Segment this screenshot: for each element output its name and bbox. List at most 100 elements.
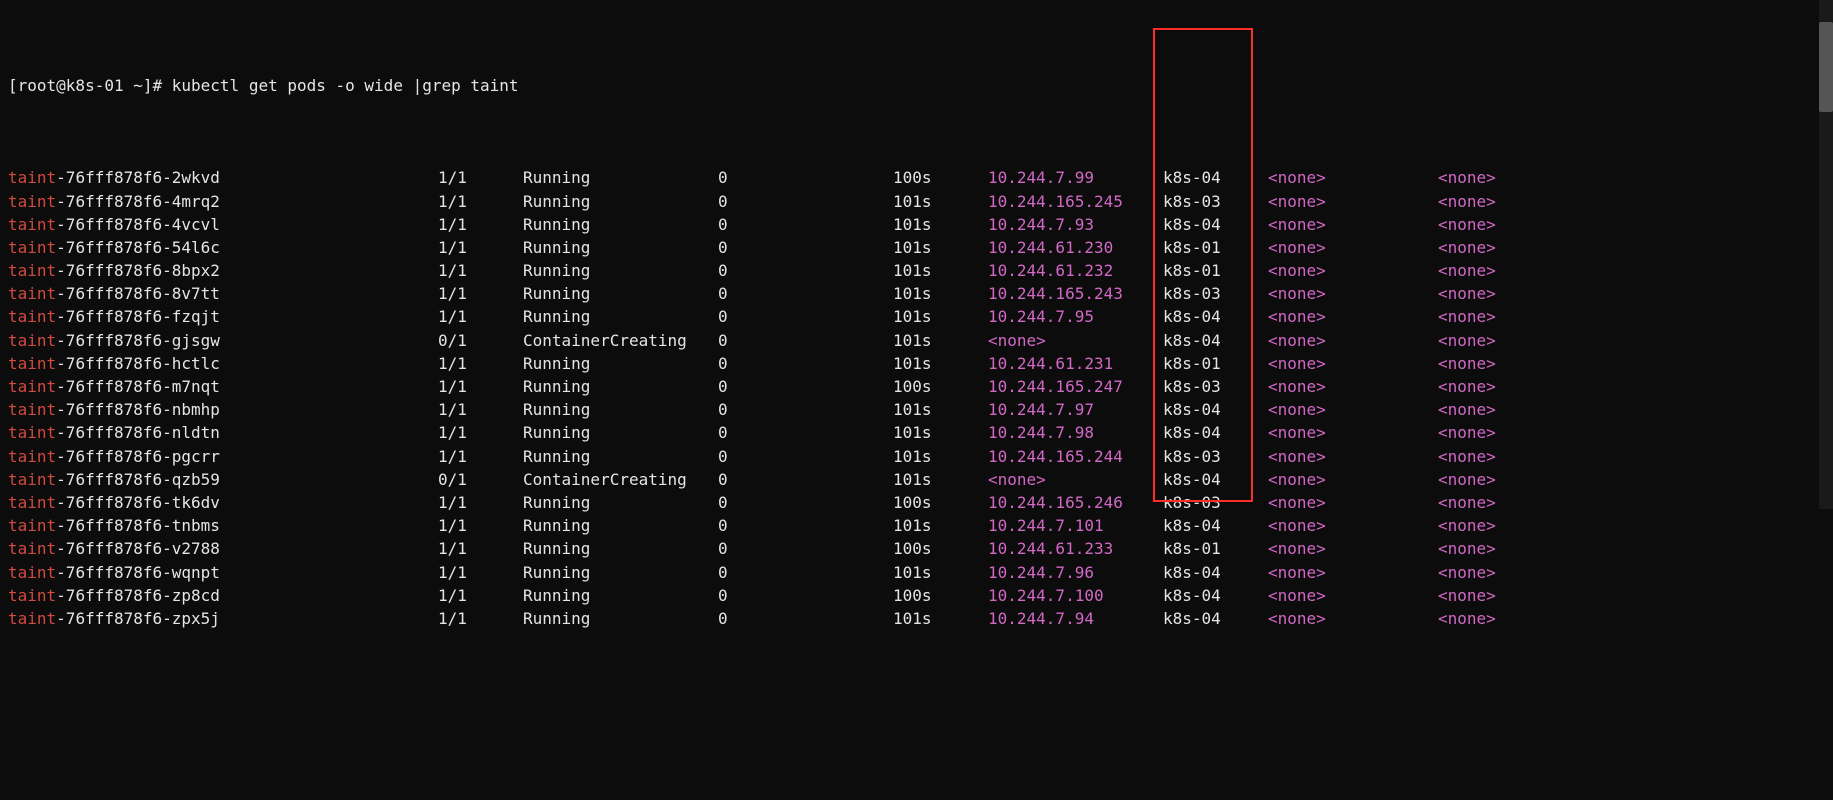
pod-status: Running: [523, 561, 718, 584]
pod-age: 101s: [893, 352, 988, 375]
pod-ip: 10.244.165.247: [988, 375, 1163, 398]
pod-name: taint-76fff878f6-nldtn: [8, 421, 438, 444]
grep-match: taint: [8, 493, 56, 512]
grep-match: taint: [8, 539, 56, 558]
pod-age: 100s: [893, 375, 988, 398]
pod-rows: taint-76fff878f6-2wkvd1/1Running0100s10.…: [8, 166, 1825, 630]
pod-nominated-node: <none>: [1268, 329, 1438, 352]
grep-match: taint: [8, 168, 56, 187]
pod-ip: 10.244.7.101: [988, 514, 1163, 537]
grep-match: taint: [8, 586, 56, 605]
pod-node: k8s-01: [1163, 537, 1268, 560]
pod-node: k8s-01: [1163, 259, 1268, 282]
pod-nominated-node: <none>: [1268, 514, 1438, 537]
pod-name-suffix: -76fff878f6-2wkvd: [56, 168, 220, 187]
pod-status: Running: [523, 282, 718, 305]
pod-ip: 10.244.7.96: [988, 561, 1163, 584]
pod-name: taint-76fff878f6-nbmhp: [8, 398, 438, 421]
pod-age: 101s: [893, 561, 988, 584]
pod-status: Running: [523, 305, 718, 328]
grep-match: taint: [8, 307, 56, 326]
pod-nominated-node: <none>: [1268, 468, 1438, 491]
pod-name: taint-76fff878f6-zp8cd: [8, 584, 438, 607]
pod-name-suffix: -76fff878f6-8bpx2: [56, 261, 220, 280]
pod-ip: <none>: [988, 329, 1163, 352]
pod-nominated-node: <none>: [1268, 236, 1438, 259]
pod-nominated-node: <none>: [1268, 584, 1438, 607]
pod-ip: 10.244.61.232: [988, 259, 1163, 282]
pod-nominated-node: <none>: [1268, 213, 1438, 236]
grep-match: taint: [8, 238, 56, 257]
pod-status: Running: [523, 584, 718, 607]
pod-row: taint-76fff878f6-qzb590/1ContainerCreati…: [8, 468, 1825, 491]
prompt-text: [root@k8s-01 ~]# kubectl get pods -o wid…: [8, 76, 519, 95]
pod-ip: 10.244.165.244: [988, 445, 1163, 468]
pod-nominated-node: <none>: [1268, 491, 1438, 514]
pod-name: taint-76fff878f6-8v7tt: [8, 282, 438, 305]
grep-match: taint: [8, 563, 56, 582]
pod-name-suffix: -76fff878f6-m7nqt: [56, 377, 220, 396]
pod-ip: 10.244.61.230: [988, 236, 1163, 259]
pod-node: k8s-03: [1163, 190, 1268, 213]
pod-name-suffix: -76fff878f6-fzqjt: [56, 307, 220, 326]
pod-row: taint-76fff878f6-4mrq21/1Running0101s10.…: [8, 190, 1825, 213]
pod-name-suffix: -76fff878f6-4vcvl: [56, 215, 220, 234]
pod-nominated-node: <none>: [1268, 398, 1438, 421]
pod-nominated-node: <none>: [1268, 166, 1438, 189]
pod-ready: 1/1: [438, 375, 523, 398]
pod-ip: 10.244.7.93: [988, 213, 1163, 236]
pod-node: k8s-01: [1163, 236, 1268, 259]
pod-status: Running: [523, 398, 718, 421]
pod-ip: 10.244.7.99: [988, 166, 1163, 189]
pod-row: taint-76fff878f6-nldtn1/1Running0101s10.…: [8, 421, 1825, 444]
pod-readiness-gates: <none>: [1438, 190, 1538, 213]
pod-readiness-gates: <none>: [1438, 166, 1538, 189]
pod-readiness-gates: <none>: [1438, 607, 1538, 630]
pod-nominated-node: <none>: [1268, 537, 1438, 560]
pod-age: 100s: [893, 537, 988, 560]
pod-status: Running: [523, 213, 718, 236]
grep-match: taint: [8, 377, 56, 396]
pod-ready: 0/1: [438, 468, 523, 491]
pod-ip: 10.244.7.100: [988, 584, 1163, 607]
pod-node: k8s-04: [1163, 398, 1268, 421]
pod-name-suffix: -76fff878f6-wqnpt: [56, 563, 220, 582]
pod-name: taint-76fff878f6-wqnpt: [8, 561, 438, 584]
pod-restarts: 0: [718, 445, 893, 468]
pod-ready: 1/1: [438, 213, 523, 236]
pod-name-suffix: -76fff878f6-4mrq2: [56, 192, 220, 211]
pod-name: taint-76fff878f6-v2788: [8, 537, 438, 560]
pod-readiness-gates: <none>: [1438, 468, 1538, 491]
pod-restarts: 0: [718, 514, 893, 537]
scrollbar-thumb[interactable]: [1819, 22, 1833, 112]
pod-nominated-node: <none>: [1268, 352, 1438, 375]
pod-restarts: 0: [718, 468, 893, 491]
pod-readiness-gates: <none>: [1438, 352, 1538, 375]
pod-readiness-gates: <none>: [1438, 236, 1538, 259]
pod-row: taint-76fff878f6-2wkvd1/1Running0100s10.…: [8, 166, 1825, 189]
pod-name-suffix: -76fff878f6-tnbms: [56, 516, 220, 535]
pod-name-suffix: -76fff878f6-gjsgw: [56, 331, 220, 350]
pod-row: taint-76fff878f6-zp8cd1/1Running0100s10.…: [8, 584, 1825, 607]
pod-name: taint-76fff878f6-zpx5j: [8, 607, 438, 630]
pod-age: 101s: [893, 236, 988, 259]
pod-name-suffix: -76fff878f6-8v7tt: [56, 284, 220, 303]
pod-status: ContainerCreating: [523, 468, 718, 491]
pod-nominated-node: <none>: [1268, 305, 1438, 328]
pod-row: taint-76fff878f6-pgcrr1/1Running0101s10.…: [8, 445, 1825, 468]
pod-name: taint-76fff878f6-pgcrr: [8, 445, 438, 468]
grep-match: taint: [8, 331, 56, 350]
pod-nominated-node: <none>: [1268, 445, 1438, 468]
grep-match: taint: [8, 447, 56, 466]
pod-node: k8s-04: [1163, 329, 1268, 352]
pod-readiness-gates: <none>: [1438, 445, 1538, 468]
grep-match: taint: [8, 470, 56, 489]
pod-name-suffix: -76fff878f6-pgcrr: [56, 447, 220, 466]
pod-name-suffix: -76fff878f6-54l6c: [56, 238, 220, 257]
pod-age: 101s: [893, 305, 988, 328]
pod-readiness-gates: <none>: [1438, 421, 1538, 444]
pod-ready: 1/1: [438, 607, 523, 630]
pod-node: k8s-01: [1163, 352, 1268, 375]
pod-ready: 1/1: [438, 537, 523, 560]
pod-name-suffix: -76fff878f6-nbmhp: [56, 400, 220, 419]
